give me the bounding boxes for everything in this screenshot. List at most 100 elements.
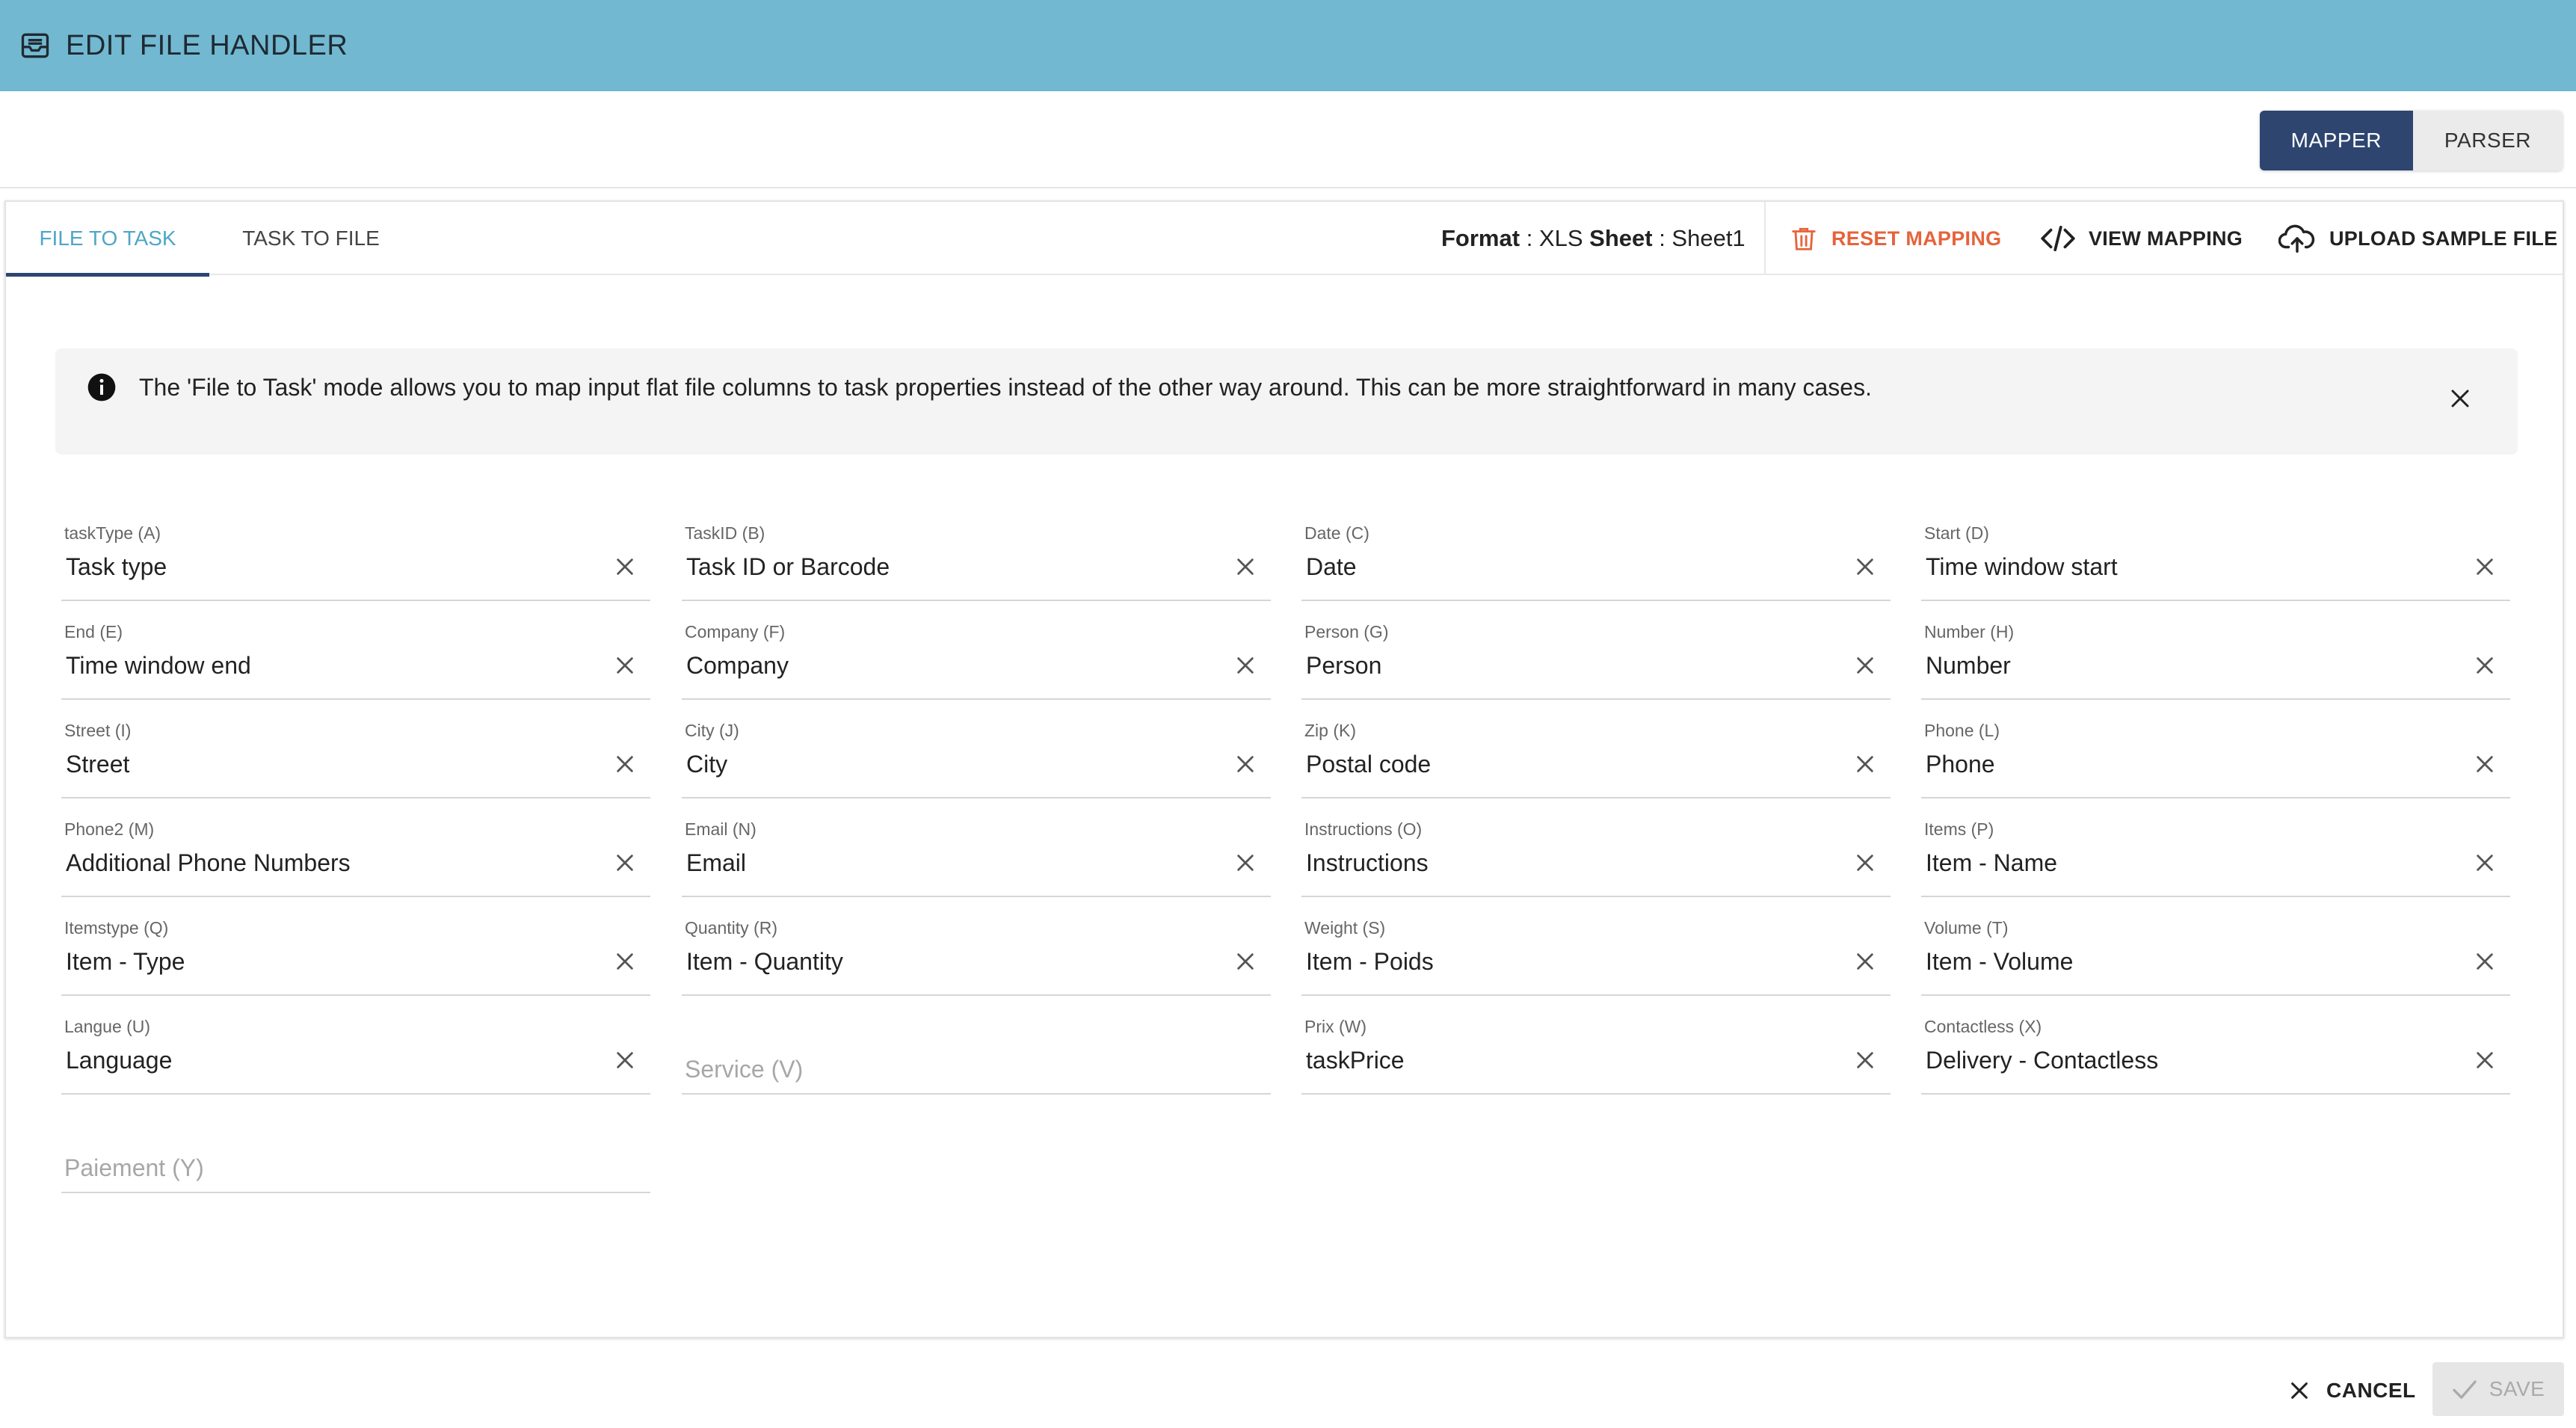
clear-icon[interactable] [1235, 754, 1256, 778]
mapping-field[interactable]: Itemstype (Q) Item - Type [61, 918, 650, 996]
mapping-field[interactable]: Number (H) Number [1921, 622, 2510, 700]
field-value[interactable]: Item - Volume [1926, 948, 2073, 976]
clear-icon[interactable] [614, 852, 635, 877]
field-value[interactable]: Number [1926, 652, 2011, 680]
mapping-field[interactable]: TaskID (B) Task ID or Barcode [682, 523, 1271, 601]
field-value[interactable]: Date [1306, 553, 1357, 581]
title-bar: EDIT FILE HANDLER [0, 0, 2576, 91]
clear-icon[interactable] [614, 1050, 635, 1074]
clear-icon[interactable] [614, 556, 635, 581]
field-value[interactable]: Email [686, 849, 746, 877]
mapping-field[interactable]: Email (N) Email [682, 819, 1271, 897]
mapping-field[interactable]: Paiement (Y) [61, 1115, 650, 1193]
cancel-button[interactable]: CANCEL [2289, 1361, 2416, 1421]
clear-icon[interactable] [2474, 951, 2495, 976]
field-value[interactable]: Street [66, 751, 129, 778]
tab-task-to-file[interactable]: TASK TO FILE [209, 202, 413, 275]
field-value[interactable]: Item - Type [66, 948, 185, 976]
mapping-field[interactable]: Langue (U) Language [61, 1017, 650, 1095]
mapping-field[interactable]: Weight (S) Item - Poids [1301, 918, 1891, 996]
clear-icon[interactable] [614, 655, 635, 680]
reset-mapping-label: RESET MAPPING [1831, 227, 2002, 250]
field-value[interactable]: Item - Poids [1306, 948, 1434, 976]
field-value[interactable]: Person [1306, 652, 1381, 680]
mapping-field[interactable]: Start (D) Time window start [1921, 523, 2510, 601]
clear-icon[interactable] [1855, 852, 1876, 877]
clear-icon[interactable] [1235, 556, 1256, 581]
field-value[interactable]: Phone [1926, 751, 1995, 778]
tab-file-to-task[interactable]: FILE TO TASK [6, 202, 209, 277]
mapping-field[interactable]: Street (I) Street [61, 721, 650, 798]
clear-icon[interactable] [1855, 556, 1876, 581]
clear-icon[interactable] [614, 754, 635, 778]
field-label: Phone (L) [1924, 721, 2000, 740]
field-label: Person (G) [1304, 622, 1389, 641]
field-value[interactable]: Item - Name [1926, 849, 2057, 877]
field-value[interactable]: Item - Quantity [686, 948, 843, 976]
field-label: Zip (K) [1304, 721, 1356, 740]
clear-icon[interactable] [2474, 556, 2495, 581]
upload-sample-file-label: UPLOAD SAMPLE FILE [2329, 227, 2558, 250]
field-value[interactable]: City [686, 751, 727, 778]
field-value[interactable]: Time window end [66, 652, 251, 680]
info-banner-text: The 'File to Task' mode allows you to ma… [139, 374, 1872, 401]
clear-icon[interactable] [1235, 655, 1256, 680]
close-icon [2289, 1380, 2310, 1401]
sheet-label: Sheet [1589, 225, 1653, 251]
field-label: Phone2 (M) [64, 819, 155, 839]
header-divider [0, 187, 2576, 188]
clear-icon[interactable] [614, 951, 635, 976]
field-value[interactable]: Postal code [1306, 751, 1431, 778]
clear-icon[interactable] [1855, 754, 1876, 778]
mapping-field[interactable]: Volume (T) Item - Volume [1921, 918, 2510, 996]
mapping-field[interactable]: City (J) City [682, 721, 1271, 798]
page-title: EDIT FILE HANDLER [66, 29, 348, 61]
mapping-field[interactable]: Phone (L) Phone [1921, 721, 2510, 798]
mapping-field[interactable]: Company (F) Company [682, 622, 1271, 700]
field-value[interactable]: Instructions [1306, 849, 1429, 877]
save-button[interactable]: SAVE [2432, 1362, 2564, 1416]
mapping-field[interactable]: Quantity (R) Item - Quantity [682, 918, 1271, 996]
clear-icon[interactable] [1235, 852, 1256, 877]
clear-icon[interactable] [1855, 1050, 1876, 1074]
clear-icon[interactable] [2474, 1050, 2495, 1074]
field-label: Volume (T) [1924, 918, 2009, 938]
mapping-field[interactable]: Person (G) Person [1301, 622, 1891, 700]
field-value[interactable]: Task ID or Barcode [686, 553, 890, 581]
format-info: Format : XLS Sheet : Sheet1 [1441, 225, 1745, 251]
field-placeholder: Service (V) [685, 1056, 804, 1083]
clear-icon[interactable] [2474, 754, 2495, 778]
view-mapping-button[interactable]: VIEW MAPPING [2041, 202, 2243, 275]
field-value[interactable]: Time window start [1926, 553, 2118, 581]
upload-sample-file-button[interactable]: UPLOAD SAMPLE FILE [2278, 202, 2557, 275]
mapping-field[interactable]: Date (C) Date [1301, 523, 1891, 601]
field-value[interactable]: Company [686, 652, 789, 680]
mapper-button[interactable]: MAPPER [2259, 111, 2413, 170]
mapping-field[interactable]: Contactless (X) Delivery - Contactless [1921, 1017, 2510, 1095]
field-label: City (J) [685, 721, 739, 740]
cloud-upload-icon [2278, 224, 2316, 253]
clear-icon[interactable] [2474, 655, 2495, 680]
field-value[interactable]: Language [66, 1047, 172, 1074]
mapping-field[interactable]: taskType (A) Task type [61, 523, 650, 601]
reset-mapping-button[interactable]: RESET MAPPING [1790, 202, 2001, 275]
clear-icon[interactable] [2474, 852, 2495, 877]
clear-icon[interactable] [1855, 951, 1876, 976]
field-value[interactable]: Additional Phone Numbers [66, 849, 351, 877]
close-icon[interactable] [2449, 387, 2471, 413]
mapping-field[interactable]: Items (P) Item - Name [1921, 819, 2510, 897]
field-value[interactable]: Delivery - Contactless [1926, 1047, 2158, 1074]
format-label: Format [1441, 225, 1520, 251]
parser-button[interactable]: PARSER [2412, 111, 2563, 170]
mapping-field[interactable]: Service (V) [682, 1017, 1271, 1095]
field-value[interactable]: taskPrice [1306, 1047, 1405, 1074]
clear-icon[interactable] [1855, 655, 1876, 680]
mapping-field[interactable]: Phone2 (M) Additional Phone Numbers [61, 819, 650, 897]
mapping-field[interactable]: Prix (W) taskPrice [1301, 1017, 1891, 1095]
clear-icon[interactable] [1235, 951, 1256, 976]
field-value[interactable]: Task type [66, 553, 167, 581]
mapping-field[interactable]: Instructions (O) Instructions [1301, 819, 1891, 897]
mapping-field[interactable]: End (E) Time window end [61, 622, 650, 700]
field-label: Date (C) [1304, 523, 1369, 543]
mapping-field[interactable]: Zip (K) Postal code [1301, 721, 1891, 798]
